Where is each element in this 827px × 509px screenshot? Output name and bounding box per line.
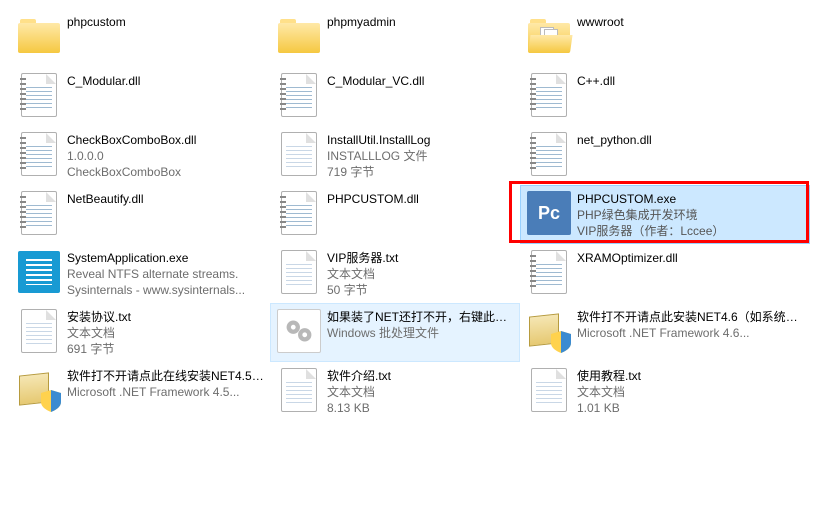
text-file-icon — [275, 366, 323, 414]
file-name: 使用教程.txt — [577, 368, 805, 384]
file-name: InstallUtil.InstallLog — [327, 132, 515, 148]
file-item[interactable]: net_python.dll — [520, 126, 810, 185]
dll-file-icon — [15, 71, 63, 119]
file-item[interactable]: C++.dll — [520, 67, 810, 126]
file-name: C_Modular.dll — [67, 73, 265, 89]
file-name: 软件打不开请点此安装NET4.6（如系统无法安装NET4.6，请点击NE... — [577, 309, 805, 325]
dll-file-icon — [275, 189, 323, 237]
file-detail: 文本文档 — [67, 325, 265, 341]
file-item[interactable]: SystemApplication.exeReveal NTFS alterna… — [10, 244, 270, 303]
text-file-icon — [525, 366, 573, 414]
file-item[interactable]: 软件打不开请点此安装NET4.6（如系统无法安装NET4.6，请点击NE...M… — [520, 303, 810, 362]
file-detail: 719 字节 — [327, 164, 515, 180]
folder-icon — [15, 12, 63, 60]
file-name: NetBeautify.dll — [67, 191, 265, 207]
file-detail: 1.01 KB — [577, 400, 805, 416]
file-detail: Microsoft .NET Framework 4.6... — [577, 325, 805, 341]
file-item[interactable]: PHPCUSTOM.dll — [270, 185, 520, 244]
installer-icon — [15, 366, 63, 414]
file-name: net_python.dll — [577, 132, 805, 148]
file-name: 如果装了NET还打不开，右键此文件勾选解除锁定后，再次右键以... — [327, 309, 515, 325]
file-detail: 文本文档 — [327, 384, 515, 400]
file-detail: VIP服务器（作者：Lccee） — [577, 223, 805, 239]
file-name: phpcustom — [67, 14, 265, 30]
file-detail: Reveal NTFS alternate streams. — [67, 266, 265, 282]
file-detail: 8.13 KB — [327, 400, 515, 416]
file-item[interactable]: wwwroot — [520, 8, 810, 67]
file-item[interactable]: 安装协议.txt文本文档691 字节 — [10, 303, 270, 362]
file-item[interactable]: InstallUtil.InstallLogINSTALLLOG 文件719 字… — [270, 126, 520, 185]
file-name: 软件介绍.txt — [327, 368, 515, 384]
folder-icon — [525, 12, 573, 60]
file-detail: CheckBoxComboBox — [67, 164, 265, 180]
file-detail: 1.0.0.0 — [67, 148, 265, 164]
file-item[interactable]: PcPHPCUSTOM.exePHP绿色集成开发环境VIP服务器（作者：Lcce… — [520, 185, 810, 244]
file-item[interactable]: phpcustom — [10, 8, 270, 67]
file-item[interactable]: 软件打不开请点此在线安装NET4.5(当系统不支持net4.6时，...Micr… — [10, 362, 270, 421]
dll-file-icon — [275, 71, 323, 119]
log-file-icon — [275, 130, 323, 178]
file-name: 安装协议.txt — [67, 309, 265, 325]
dll-file-icon — [15, 130, 63, 178]
file-name: SystemApplication.exe — [67, 250, 265, 266]
app-icon: Pc — [525, 189, 573, 237]
file-name: 软件打不开请点此在线安装NET4.5(当系统不支持net4.6时，... — [67, 368, 265, 384]
dll-file-icon — [15, 189, 63, 237]
installer-icon — [525, 307, 573, 355]
file-item[interactable]: NetBeautify.dll — [10, 185, 270, 244]
folder-icon — [275, 12, 323, 60]
file-item[interactable]: CheckBoxComboBox.dll1.0.0.0CheckBoxCombo… — [10, 126, 270, 185]
file-detail: PHP绿色集成开发环境 — [577, 207, 805, 223]
file-name: C_Modular_VC.dll — [327, 73, 515, 89]
file-name: C++.dll — [577, 73, 805, 89]
file-item[interactable]: C_Modular.dll — [10, 67, 270, 126]
file-detail: 50 字节 — [327, 282, 515, 298]
file-detail: Windows 批处理文件 — [327, 325, 515, 341]
text-file-icon — [275, 248, 323, 296]
file-item[interactable]: VIP服务器.txt文本文档50 字节 — [270, 244, 520, 303]
batch-file-icon — [275, 307, 323, 355]
file-detail: Sysinternals - www.sysinternals... — [67, 282, 265, 298]
file-name: XRAMOptimizer.dll — [577, 250, 805, 266]
file-name: VIP服务器.txt — [327, 250, 515, 266]
file-name: wwwroot — [577, 14, 805, 30]
file-detail: 文本文档 — [577, 384, 805, 400]
file-name: phpmyadmin — [327, 14, 515, 30]
dll-file-icon — [525, 130, 573, 178]
file-item[interactable]: 使用教程.txt文本文档1.01 KB — [520, 362, 810, 421]
file-detail: Microsoft .NET Framework 4.5... — [67, 384, 265, 400]
file-list-grid: phpcustom phpmyadmin wwwroot C_Modular.dll C… — [0, 0, 827, 429]
file-item[interactable]: 软件介绍.txt文本文档8.13 KB — [270, 362, 520, 421]
file-name: CheckBoxComboBox.dll — [67, 132, 265, 148]
file-detail: 691 字节 — [67, 341, 265, 357]
exe-icon — [15, 248, 63, 296]
file-name: PHPCUSTOM.exe — [577, 191, 805, 207]
file-detail: 文本文档 — [327, 266, 515, 282]
dll-file-icon — [525, 71, 573, 119]
dll-file-icon — [525, 248, 573, 296]
file-name: PHPCUSTOM.dll — [327, 191, 515, 207]
file-item[interactable]: 如果装了NET还打不开，右键此文件勾选解除锁定后，再次右键以...Windows… — [270, 303, 520, 362]
file-item[interactable]: phpmyadmin — [270, 8, 520, 67]
file-item[interactable]: C_Modular_VC.dll — [270, 67, 520, 126]
file-item[interactable]: XRAMOptimizer.dll — [520, 244, 810, 303]
text-file-icon — [15, 307, 63, 355]
file-detail: INSTALLLOG 文件 — [327, 148, 515, 164]
